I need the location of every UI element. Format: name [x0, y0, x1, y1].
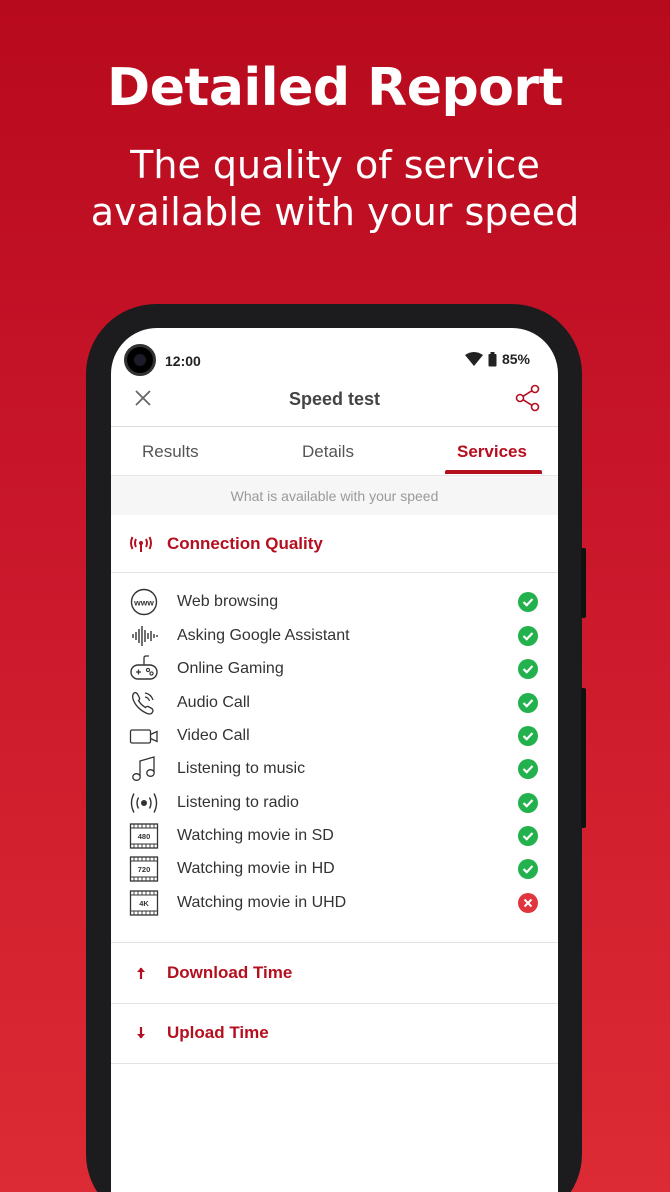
- phone-side-button: [581, 688, 586, 828]
- service-row: Video Call: [111, 720, 558, 753]
- radio-broadcast-icon: [130, 793, 158, 813]
- service-label: Video Call: [177, 727, 250, 744]
- film-720-icon: 720: [129, 856, 159, 882]
- check-icon: [518, 592, 538, 612]
- www-icon: www: [130, 588, 158, 616]
- subheader: What is available with your speed: [111, 475, 558, 515]
- section-download-time[interactable]: Download Time: [111, 945, 558, 1001]
- battery-icon: [488, 351, 497, 366]
- video-camera-icon: [129, 729, 158, 744]
- tab-services[interactable]: Services: [457, 442, 527, 462]
- service-label: Web browsing: [177, 593, 279, 610]
- music-note-icon: [132, 756, 155, 781]
- film-badge: 480: [138, 832, 151, 841]
- film-badge: 4K: [139, 899, 149, 908]
- tab-bar: Results Details Services: [111, 427, 558, 475]
- divider: [111, 1063, 558, 1064]
- app-bar: Speed test: [111, 380, 558, 428]
- check-icon: [518, 626, 538, 646]
- subheader-text: What is available with your speed: [230, 488, 439, 504]
- arrow-down-icon: [137, 1027, 145, 1039]
- divider: [111, 572, 558, 573]
- signal-tower-icon: [130, 536, 152, 552]
- tab-results[interactable]: Results: [142, 442, 199, 462]
- service-row: Asking Google Assistant: [111, 620, 558, 653]
- promo-subtitle: The quality of service available with yo…: [90, 143, 580, 234]
- section-label: Upload Time: [167, 1023, 269, 1042]
- check-icon: [518, 759, 538, 779]
- service-label: Audio Call: [177, 694, 250, 711]
- service-label: Asking Google Assistant: [177, 627, 350, 644]
- active-tab-indicator: [445, 470, 542, 474]
- tab-details[interactable]: Details: [302, 442, 354, 462]
- wifi-icon: [464, 352, 483, 366]
- check-icon: [518, 793, 538, 813]
- battery-percent: 85%: [501, 351, 530, 367]
- service-label: Watching movie in SD: [177, 827, 334, 844]
- arrow-up-icon: [137, 967, 145, 979]
- section-label: Download Time: [167, 963, 293, 982]
- service-row: 4K Watching movie in UHD: [111, 887, 558, 920]
- service-row: 720 Watching movie in HD: [111, 853, 558, 886]
- section-upload-time[interactable]: Upload Time: [111, 1005, 558, 1061]
- service-label: Listening to radio: [177, 794, 299, 811]
- status-indicators: 85%: [464, 351, 530, 367]
- app-title: Speed test: [288, 389, 381, 409]
- check-icon: [518, 826, 538, 846]
- divider: [111, 942, 558, 943]
- film-480-icon: 480: [129, 823, 159, 849]
- section-label: Connection Quality: [167, 534, 323, 553]
- service-label: Online Gaming: [177, 660, 284, 677]
- promo-title: Detailed Report: [107, 58, 563, 118]
- divider: [111, 1003, 558, 1004]
- service-row: Online Gaming: [111, 653, 558, 686]
- film-4k-icon: 4K: [129, 890, 159, 916]
- check-icon: [518, 693, 538, 713]
- check-icon: [518, 659, 538, 679]
- service-row: Listening to music: [111, 753, 558, 786]
- check-icon: [518, 726, 538, 746]
- front-camera: [124, 344, 156, 376]
- check-icon: [518, 859, 538, 879]
- voice-wave-icon: [132, 626, 158, 646]
- service-label: Watching movie in HD: [177, 860, 335, 877]
- cross-icon: [518, 893, 538, 913]
- section-connection-quality[interactable]: Connection Quality: [111, 516, 558, 572]
- film-badge: 720: [138, 865, 151, 874]
- service-row: 480 Watching movie in SD: [111, 820, 558, 853]
- svg-text:www: www: [133, 598, 154, 608]
- service-row: www Web browsing: [111, 586, 558, 619]
- service-row: Listening to radio: [111, 787, 558, 820]
- service-label: Listening to music: [177, 760, 306, 777]
- phone-call-icon: [132, 691, 154, 715]
- phone-side-button: [581, 548, 586, 618]
- status-time: 12:00: [165, 353, 201, 369]
- service-label: Watching movie in UHD: [177, 894, 347, 911]
- phone-screen: 12:00 85% Speed test Results Details Ser…: [111, 328, 558, 1192]
- service-row: Audio Call: [111, 687, 558, 720]
- gamepad-icon: [130, 655, 158, 680]
- share-icon[interactable]: [514, 384, 542, 412]
